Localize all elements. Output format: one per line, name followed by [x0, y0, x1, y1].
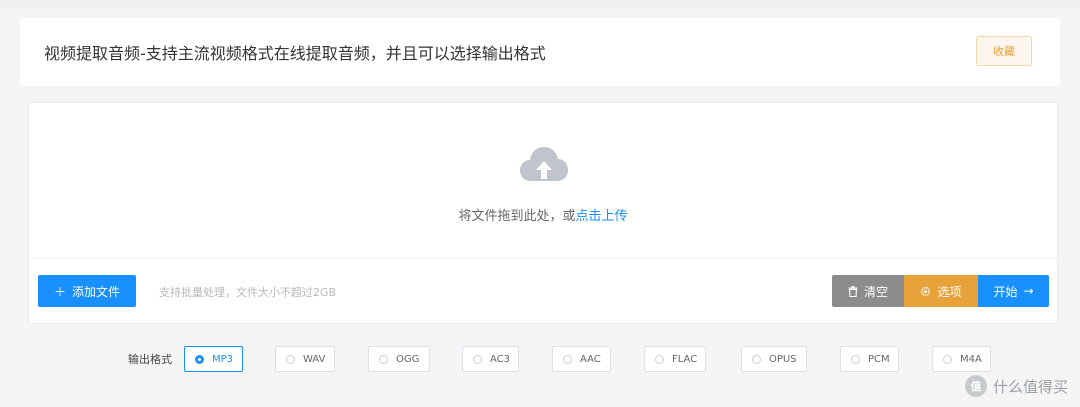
format-option-aac[interactable]: AAC: [552, 346, 611, 372]
options-button[interactable]: 选项: [904, 275, 978, 307]
clear-button[interactable]: 清空: [832, 275, 904, 307]
format-option-label: M4A: [960, 353, 982, 365]
format-option-label: AC3: [490, 353, 511, 365]
radio-icon: [379, 354, 388, 364]
drop-prompt: 将文件拖到此处，或点击上传: [29, 205, 1057, 224]
upload-card: 将文件拖到此处，或点击上传 ＋ 添加文件 支持批量处理，文件大小不超过2GB 清…: [28, 102, 1058, 324]
radio-icon: [943, 354, 952, 364]
drop-prompt-text: 将文件拖到此处，或: [458, 209, 576, 224]
cloud-upload-icon: [520, 147, 568, 181]
output-format-row: 输出格式 MP3 WAV OGG AC3 AAC FLAC OPUS PCM M…: [0, 344, 1080, 374]
radio-icon: [563, 354, 572, 364]
format-option-label: OGG: [396, 353, 420, 365]
gear-icon: [921, 286, 931, 296]
arrow-right-icon: →: [1023, 284, 1034, 298]
radio-icon: [286, 354, 295, 364]
options-label: 选项: [937, 284, 962, 299]
start-button[interactable]: 开始 →: [978, 275, 1049, 307]
format-option-label: AAC: [580, 353, 601, 365]
radio-icon: [473, 354, 482, 364]
output-format-label: 输出格式: [128, 353, 172, 366]
radio-selected-icon: [195, 354, 204, 364]
radio-icon: [752, 354, 761, 364]
upload-hint: 支持批量处理，文件大小不超过2GB: [159, 286, 337, 299]
watermark: 值 什么值得买: [964, 372, 1068, 400]
format-option-label: MP3: [212, 353, 234, 365]
format-option-m4a[interactable]: M4A: [932, 346, 991, 372]
trash-icon: [848, 285, 858, 297]
format-option-ogg[interactable]: OGG: [368, 346, 430, 372]
plus-icon: ＋: [53, 284, 66, 299]
format-option-pcm[interactable]: PCM: [840, 346, 899, 372]
radio-icon: [851, 354, 860, 364]
format-option-flac[interactable]: FLAC: [644, 346, 706, 372]
add-file-button[interactable]: ＋ 添加文件: [38, 275, 136, 307]
clear-label: 清空: [863, 284, 888, 299]
format-option-label: WAV: [303, 353, 326, 365]
favorite-button[interactable]: 收藏: [976, 36, 1032, 66]
add-file-label: 添加文件: [72, 284, 121, 299]
radio-icon: [655, 354, 664, 364]
format-option-ac3[interactable]: AC3: [462, 346, 519, 372]
format-option-label: PCM: [868, 353, 890, 365]
format-option-mp3[interactable]: MP3: [184, 346, 243, 372]
start-label: 开始: [993, 284, 1018, 299]
watermark-logo-icon: 值: [964, 375, 987, 397]
action-button-group: 清空 选项 开始 →: [832, 275, 1049, 307]
page-title: 视频提取音频-支持主流视频格式在线提取音频，并且可以选择输出格式: [44, 44, 546, 63]
format-option-label: OPUS: [769, 353, 797, 365]
watermark-text: 什么值得买: [992, 377, 1068, 396]
drop-zone[interactable]: 将文件拖到此处，或点击上传: [29, 103, 1057, 259]
format-option-opus[interactable]: OPUS: [741, 346, 807, 372]
top-strip: [0, 0, 1080, 8]
format-option-wav[interactable]: WAV: [275, 346, 335, 372]
click-upload-link[interactable]: 点击上传: [576, 209, 628, 224]
format-option-label: FLAC: [672, 353, 698, 365]
header-card: 视频提取音频-支持主流视频格式在线提取音频，并且可以选择输出格式 收藏: [20, 18, 1060, 86]
